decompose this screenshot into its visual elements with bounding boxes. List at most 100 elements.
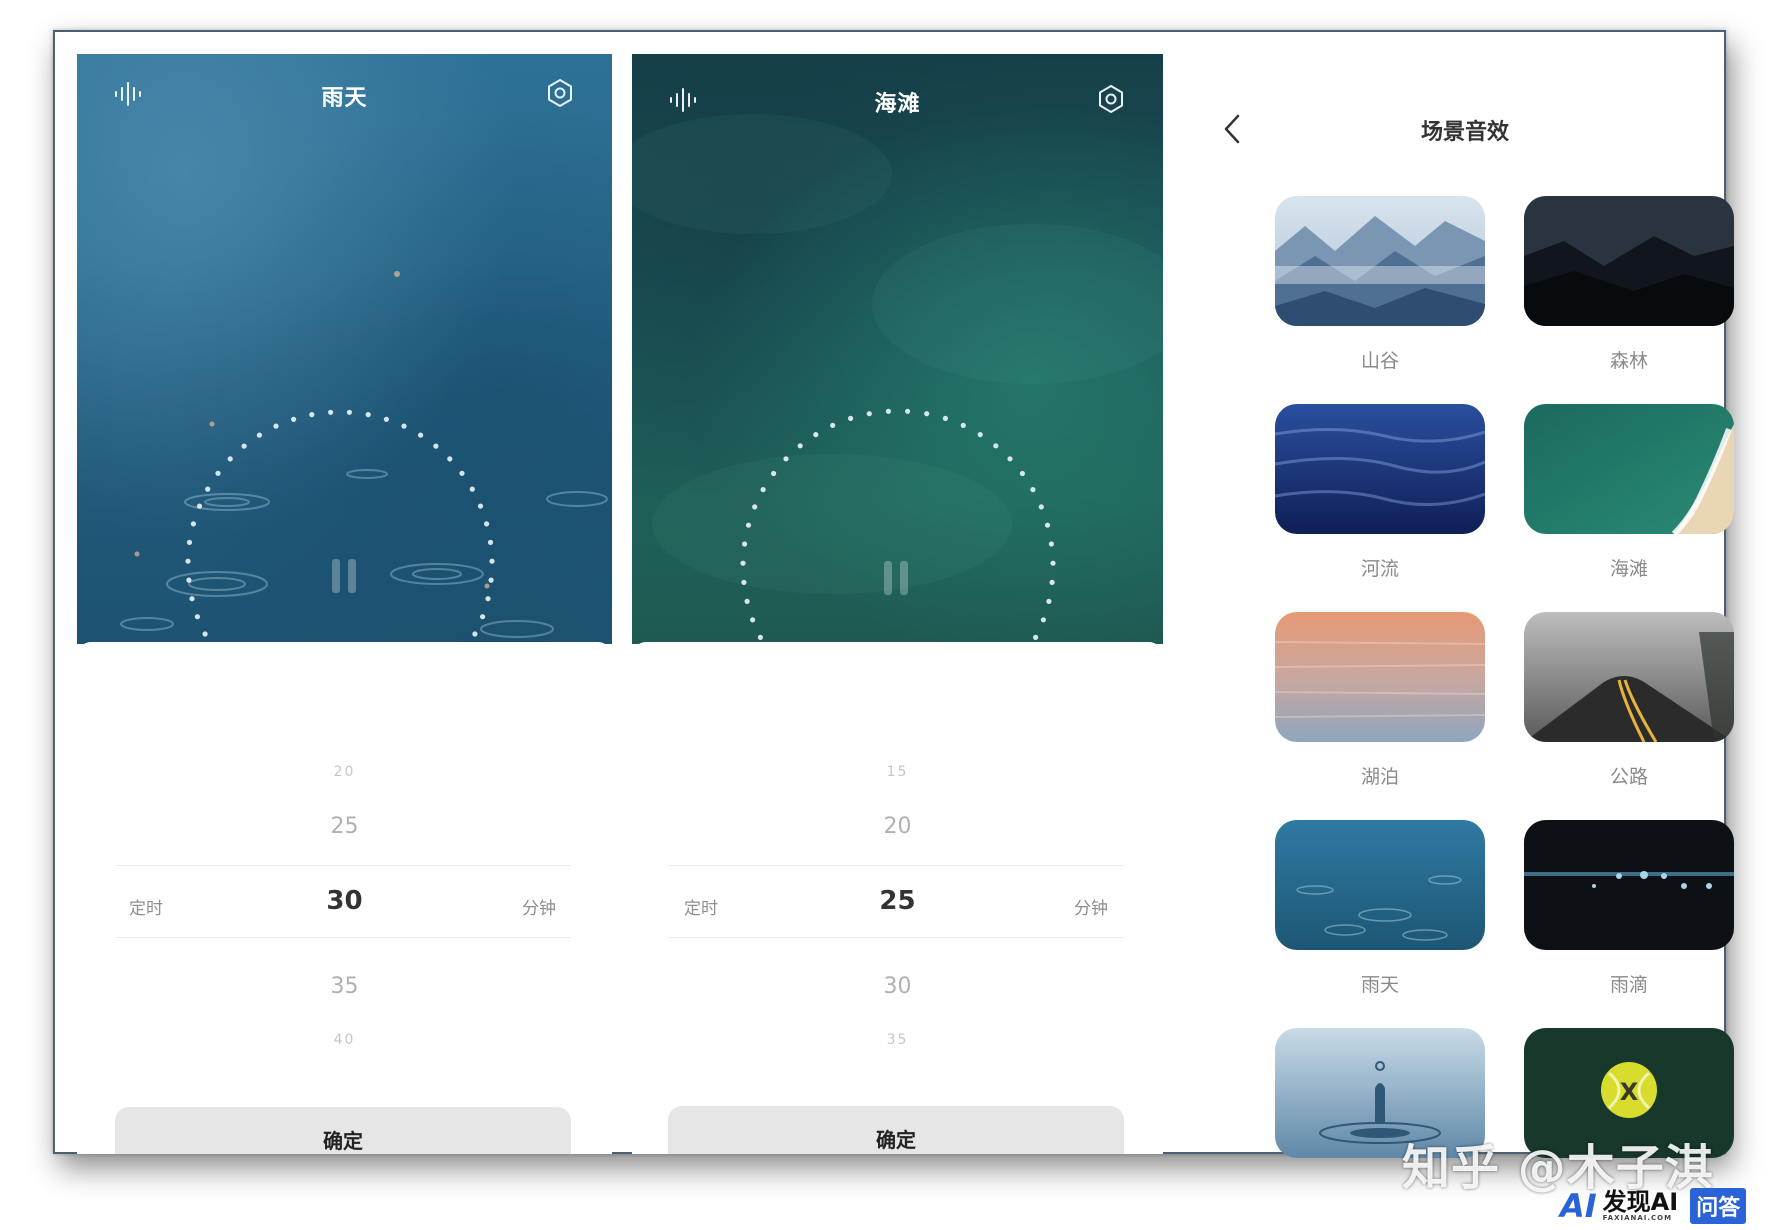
pause-icon[interactable]	[882, 561, 912, 597]
scene-card-forest[interactable]: 森林	[1524, 196, 1734, 373]
settings-icon[interactable]	[1096, 84, 1126, 114]
timer-ring-dot	[1049, 579, 1055, 586]
timer-ring-dot	[924, 411, 930, 417]
scene-card-label: 雨天	[1360, 974, 1399, 996]
timer-ring-dot	[291, 416, 297, 422]
timer-ring-dot	[993, 443, 999, 449]
scene-sound-panel: 场景音效 山谷 森林 河流 海滩 湖泊 公路 雨天 雨滴 X	[1190, 54, 1734, 1158]
timer-ring-dot	[866, 411, 872, 417]
brand-sub: FAXIANAI.COM	[1602, 1214, 1673, 1222]
timer-ring-dot	[241, 443, 247, 449]
timer-ring-dot	[1046, 598, 1052, 605]
confirm-button[interactable]: 确定	[115, 1107, 571, 1154]
timer-ring-dot	[771, 470, 777, 477]
scene-card-valley[interactable]: 山谷	[1275, 196, 1485, 373]
pause-icon[interactable]	[330, 559, 360, 595]
raindrop-thumbnail	[1524, 820, 1734, 950]
settings-icon[interactable]	[545, 78, 575, 108]
timer-ring-dot	[1040, 617, 1046, 623]
timer-ring-dot	[960, 422, 966, 428]
scene-card-raindrop[interactable]: 雨滴	[1524, 820, 1734, 997]
minute-unit-label: 分钟	[522, 899, 556, 919]
picker-option[interactable]: 35	[77, 974, 612, 999]
timer-ring-dot	[485, 596, 491, 602]
timer-sheet: 15 20 定时 25 分钟 30 35 确定	[632, 642, 1163, 1154]
scene-card-label: 公路	[1609, 766, 1648, 788]
scene-card-lake[interactable]: 湖泊	[1275, 612, 1485, 789]
timer-ring-dot	[202, 631, 208, 637]
timer-ring-dot	[942, 415, 948, 421]
road-thumbnail	[1524, 612, 1734, 742]
beach-hero: 海滩	[632, 54, 1163, 644]
timer-ring-dot	[813, 432, 819, 438]
rain-panel: 雨天 20 25 定时 30 分钟 35 40 确定	[77, 54, 612, 1154]
timer-ring-dot	[489, 558, 495, 564]
timer-ring-dot	[848, 415, 854, 421]
picker-option[interactable]: 15	[632, 764, 1163, 780]
timer-ring-dot	[740, 560, 746, 566]
timer-ring-dot	[760, 487, 766, 493]
timer-ring-dot	[186, 539, 193, 545]
brand-mark: AI	[1560, 1187, 1597, 1225]
screenshot-frame: 雨天 20 25 定时 30 分钟 35 40 确定 海滩 15 20 定时 2…	[53, 30, 1734, 1158]
scene-card-label: 海滩	[1609, 558, 1648, 580]
picker-divider	[115, 937, 571, 938]
scene-card-road[interactable]: 公路	[1524, 612, 1734, 789]
scene-card-label: 雨滴	[1609, 974, 1648, 996]
timer-ring-dot	[757, 634, 763, 641]
picker-option[interactable]: 40	[77, 1032, 612, 1048]
scene-card-label: 河流	[1360, 558, 1399, 580]
picker-option[interactable]: 20	[632, 814, 1163, 839]
timer-ring-dot	[752, 504, 758, 510]
timer-ring-dot	[742, 541, 748, 547]
scene-card-label: 山谷	[1360, 350, 1399, 372]
timer-ring-dot	[186, 577, 192, 583]
timer-ring-dot	[328, 409, 334, 415]
river-thumbnail	[1275, 404, 1485, 534]
scene-card-rainy[interactable]: 雨天	[1275, 820, 1485, 997]
scene-card-label: 湖泊	[1360, 766, 1399, 788]
confirm-button[interactable]: 确定	[668, 1106, 1124, 1154]
timer-ring-dot	[472, 631, 478, 637]
timer-ring-dot	[480, 614, 486, 620]
timer-ring-dot	[487, 539, 494, 545]
timer-ring-dot	[383, 416, 389, 422]
timer-ring-dot	[1038, 504, 1044, 510]
timer-ring-dot	[905, 408, 911, 414]
timer-ring-dot	[783, 456, 789, 462]
timer-ring-dot	[885, 408, 891, 414]
timer-ring-dot	[196, 503, 203, 509]
scene-card-beach[interactable]: 海滩	[1524, 404, 1734, 581]
beach-title: 海滩	[874, 92, 921, 117]
timer-ring-dot	[227, 456, 233, 462]
timer-ring-dot	[190, 521, 196, 527]
scene-card-label: 森林	[1609, 350, 1648, 372]
timer-ring-dot	[477, 503, 484, 509]
timer-ring-dot	[365, 412, 371, 418]
timer-ring-dot	[744, 598, 750, 605]
timer-ring-dot	[205, 486, 211, 492]
timer-ring-dot	[194, 614, 200, 620]
timer-ring-dot	[1048, 541, 1054, 547]
rain-hero: 雨天	[77, 54, 612, 644]
timer-ring-dot	[469, 486, 475, 492]
timer-ring-dot	[1030, 487, 1036, 493]
timer-ring-dot	[401, 423, 407, 429]
picker-option[interactable]: 35	[632, 1032, 1163, 1048]
timer-sheet: 20 25 定时 30 分钟 35 40 确定	[77, 642, 612, 1154]
timer-ring-dot	[459, 470, 465, 476]
picker-option[interactable]: 25	[77, 814, 612, 839]
valley-thumbnail	[1275, 196, 1485, 326]
timer-ring-dot	[1033, 634, 1039, 641]
timer-ring-dot	[256, 432, 262, 438]
timer-ring-dot	[1007, 456, 1013, 462]
scene-card-river[interactable]: 河流	[1275, 404, 1485, 581]
rain-title: 雨天	[321, 86, 368, 111]
picker-option[interactable]: 30	[632, 974, 1163, 999]
timer-ring-dot	[189, 596, 195, 602]
timer-ring-dot	[745, 522, 752, 528]
timer-ring-dot	[484, 521, 490, 527]
timer-ring-dot	[1050, 560, 1056, 566]
picker-option[interactable]: 20	[77, 764, 612, 780]
timer-ring-dot	[309, 412, 315, 418]
